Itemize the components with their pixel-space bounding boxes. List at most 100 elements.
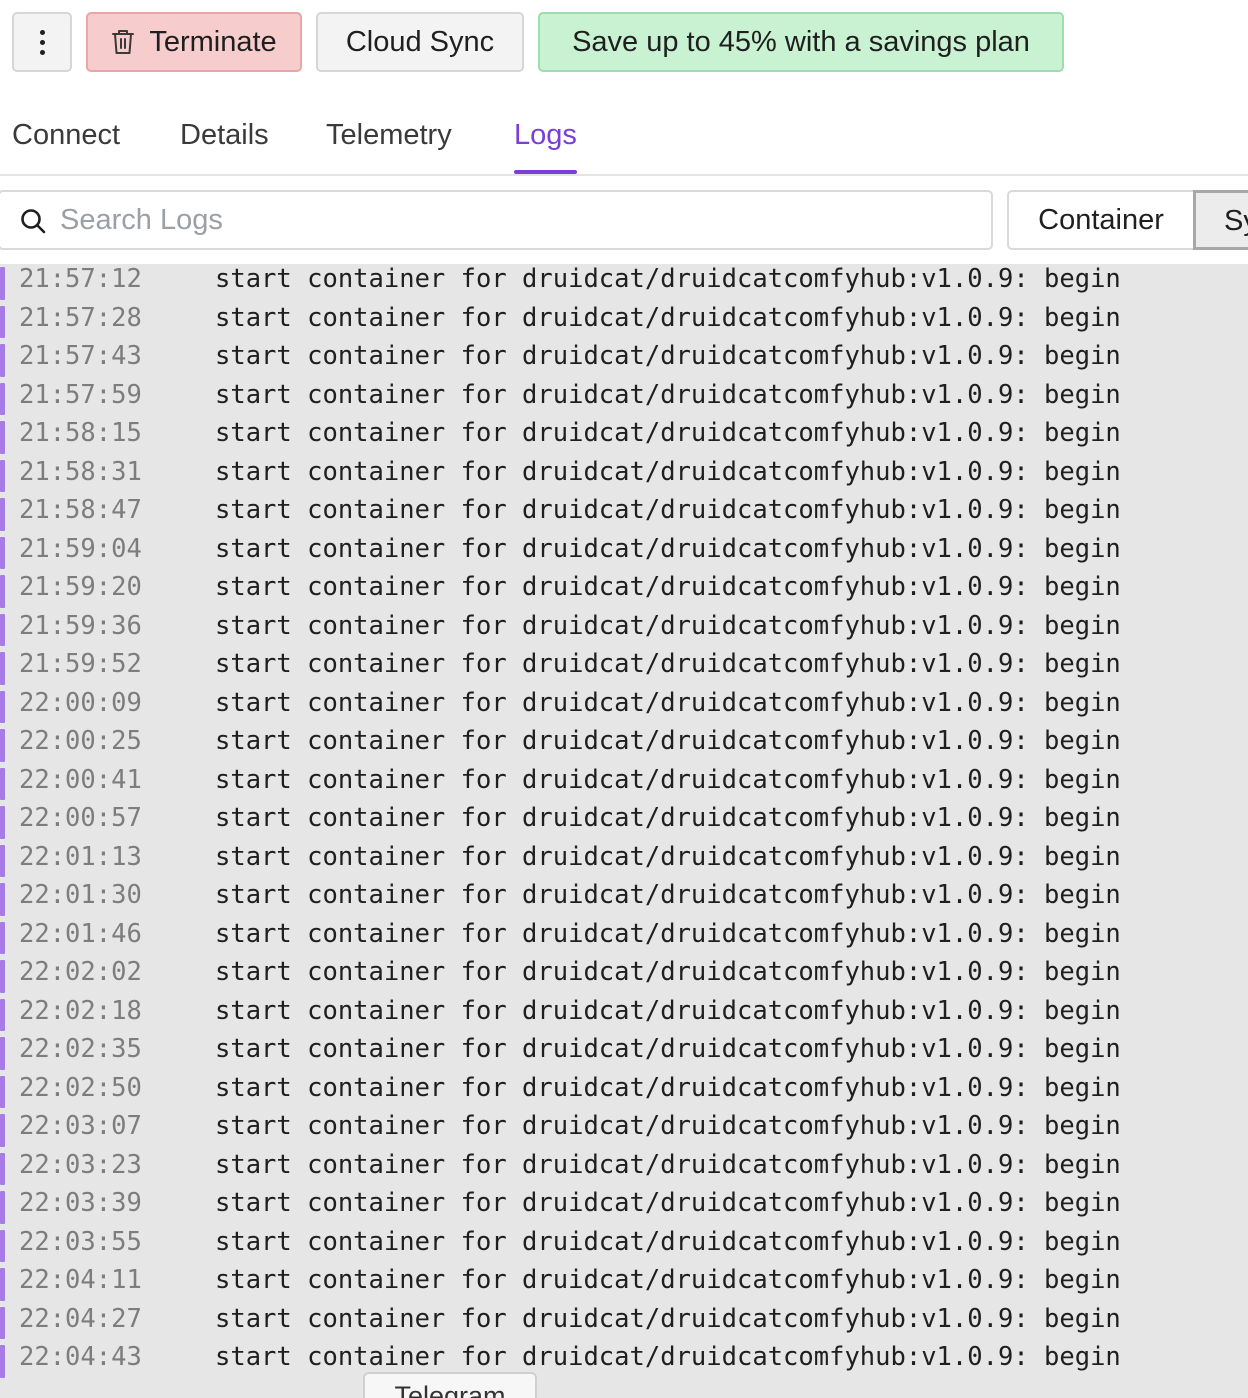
- log-message: start container for druidcat/druidcatcom…: [215, 1226, 1121, 1257]
- log-timestamp: 22:03:55: [19, 1226, 142, 1257]
- log-timestamp: 21:58:47: [19, 495, 142, 525]
- log-level-indicator: [0, 421, 5, 454]
- log-message: start container for druidcat/druidcatcom…: [215, 1303, 1121, 1334]
- savings-plan-button[interactable]: Save up to 45% with a savings plan: [538, 12, 1064, 72]
- terminate-label: Terminate: [149, 25, 277, 58]
- container-filter-button[interactable]: Container: [1007, 190, 1195, 250]
- log-message: start container for druidcat/druidcatcom…: [215, 1072, 1121, 1103]
- log-level-indicator: [0, 652, 5, 685]
- telegram-tab[interactable]: Telegram: [363, 1372, 537, 1398]
- log-level-indicator: [0, 1191, 5, 1224]
- log-level-indicator: [0, 1114, 5, 1147]
- terminate-button[interactable]: Terminate: [86, 12, 302, 72]
- log-row: 22:04:27 start container for druidcat/dru…: [0, 1304, 1248, 1343]
- search-box: [0, 190, 993, 250]
- log-row: 21:58:47 start container for druidcat/dru…: [0, 495, 1248, 534]
- system-filter-button[interactable]: Sy: [1193, 190, 1248, 250]
- log-timestamp: 22:02:35: [19, 1034, 142, 1064]
- log-message: start container for druidcat/druidcatcom…: [215, 1111, 1121, 1141]
- log-timestamp: 21:57:12: [19, 264, 142, 294]
- log-message: start container for druidcat/druidcatcom…: [215, 803, 1121, 833]
- log-message: start container for druidcat/druidcatcom…: [215, 264, 1121, 294]
- log-timestamp: 22:00:41: [19, 764, 142, 795]
- tab-details[interactable]: Details: [180, 96, 269, 174]
- log-level-indicator: [0, 1152, 5, 1185]
- cloud-sync-button[interactable]: Cloud Sync: [316, 12, 524, 72]
- log-level-indicator: [0, 1075, 5, 1108]
- log-viewer[interactable]: 21:57:12 start container for druidcat/dru…: [0, 264, 1248, 1398]
- log-level-indicator: [0, 1345, 5, 1378]
- log-row: 22:00:09 start container for druidcat/dru…: [0, 688, 1248, 727]
- log-row: 22:00:57 start container for druidcat/dru…: [0, 803, 1248, 842]
- log-message: start container for druidcat/druidcatcom…: [215, 841, 1121, 872]
- log-message: start container for druidcat/druidcatcom…: [215, 1188, 1121, 1218]
- log-row: 21:57:28 start container for druidcat/dru…: [0, 303, 1248, 342]
- log-row: 22:03:07 start container for druidcat/dru…: [0, 1111, 1248, 1150]
- log-timestamp: 22:00:57: [19, 803, 142, 833]
- log-row: 22:00:25 start container for druidcat/dru…: [0, 726, 1248, 765]
- log-message: start container for druidcat/druidcatcom…: [215, 572, 1121, 602]
- log-row: 22:02:35 start container for druidcat/dru…: [0, 1034, 1248, 1073]
- log-level-indicator: [0, 921, 5, 954]
- log-timestamp: 21:57:59: [19, 379, 142, 410]
- log-level-indicator: [0, 459, 5, 492]
- log-row: 22:04:11 start container for druidcat/dru…: [0, 1265, 1248, 1304]
- log-level-indicator: [0, 1268, 5, 1301]
- log-level-indicator: [0, 1306, 5, 1339]
- log-message: start container for druidcat/druidcatcom…: [215, 379, 1121, 410]
- log-level-indicator: [0, 1229, 5, 1262]
- tab-connect[interactable]: Connect: [12, 96, 120, 174]
- log-message: start container for druidcat/druidcatcom…: [215, 880, 1121, 910]
- log-timestamp: 22:04:43: [19, 1342, 142, 1372]
- log-row: 22:03:39 start container for druidcat/dru…: [0, 1188, 1248, 1227]
- log-row: 21:58:31 start container for druidcat/dru…: [0, 457, 1248, 496]
- log-message: start container for druidcat/druidcatcom…: [215, 1265, 1121, 1295]
- log-level-indicator: [0, 806, 5, 839]
- tab-telemetry[interactable]: Telemetry: [326, 96, 452, 174]
- tab-logs[interactable]: Logs: [514, 96, 577, 174]
- log-message: start container for druidcat/druidcatcom…: [215, 764, 1121, 795]
- log-level-indicator: [0, 844, 5, 877]
- log-message: start container for druidcat/druidcatcom…: [215, 456, 1121, 487]
- cloud-sync-label: Cloud Sync: [345, 25, 495, 58]
- log-timestamp: 21:59:20: [19, 572, 142, 602]
- log-timestamp: 22:00:25: [19, 726, 142, 756]
- log-timestamp: 22:00:09: [19, 687, 142, 718]
- tab-bar: Connect Details Telemetry Logs: [0, 96, 1248, 176]
- log-row: 22:02:02 start container for druidcat/dru…: [0, 957, 1248, 996]
- log-level-indicator: [0, 575, 5, 608]
- log-level-indicator: [0, 767, 5, 800]
- log-timestamp: 22:02:02: [19, 957, 142, 987]
- log-timestamp: 22:03:39: [19, 1188, 142, 1218]
- log-message: start container for druidcat/druidcatcom…: [215, 687, 1121, 718]
- log-timestamp: 21:58:15: [19, 418, 142, 448]
- log-row: 22:03:55 start container for druidcat/dru…: [0, 1227, 1248, 1266]
- log-timestamp: 22:02:18: [19, 995, 142, 1026]
- toolbar: Terminate Cloud Sync Save up to 45% with…: [0, 0, 1248, 90]
- log-row: 22:02:18 start container for druidcat/dru…: [0, 996, 1248, 1035]
- log-message: start container for druidcat/druidcatcom…: [215, 1342, 1121, 1372]
- log-message: start container for druidcat/druidcatcom…: [215, 341, 1121, 371]
- log-level-indicator: [0, 267, 5, 300]
- log-level-indicator: [0, 382, 5, 415]
- log-message: start container for druidcat/druidcatcom…: [215, 726, 1121, 756]
- log-row: 21:57:59 start container for druidcat/dru…: [0, 380, 1248, 419]
- log-level-indicator: [0, 1037, 5, 1070]
- log-row: 21:57:12 start container for druidcat/dru…: [0, 264, 1248, 303]
- log-message: start container for druidcat/druidcatcom…: [215, 533, 1121, 564]
- search-input[interactable]: [60, 200, 960, 240]
- savings-plan-label: Save up to 45% with a savings plan: [572, 25, 1030, 58]
- log-row: 22:01:46 start container for druidcat/dru…: [0, 919, 1248, 958]
- log-timestamp: 21:57:43: [19, 341, 142, 371]
- log-message: start container for druidcat/druidcatcom…: [215, 495, 1121, 525]
- more-options-button[interactable]: [12, 12, 72, 72]
- log-timestamp: 21:57:28: [19, 302, 142, 333]
- log-row: 22:01:30 start container for druidcat/dru…: [0, 880, 1248, 919]
- log-timestamp: 22:01:30: [19, 880, 142, 910]
- log-row: 22:03:23 start container for druidcat/dru…: [0, 1150, 1248, 1189]
- log-message: start container for druidcat/druidcatcom…: [215, 957, 1121, 987]
- log-message: start container for druidcat/druidcatcom…: [215, 302, 1121, 333]
- log-timestamp: 21:58:31: [19, 456, 142, 487]
- log-row: 21:59:36 start container for druidcat/dru…: [0, 611, 1248, 650]
- log-level-indicator: [0, 498, 5, 531]
